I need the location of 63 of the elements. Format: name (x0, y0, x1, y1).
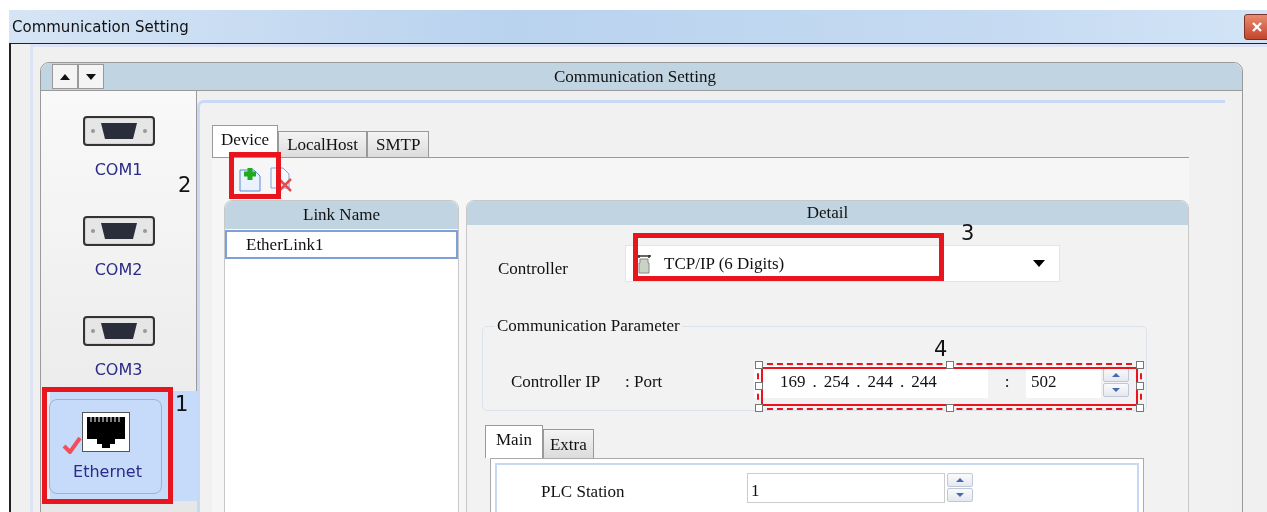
separator-text: . (856, 372, 861, 392)
dropdown-value: TCP/IP (6 Digits) (664, 253, 786, 274)
ethernet-port-icon (81, 412, 130, 452)
delete-button[interactable] (269, 166, 293, 192)
field-label: : Port (625, 372, 664, 392)
separator-text: : (1003, 372, 1011, 392)
separator-text: . (812, 372, 817, 392)
tab[interactable]: Main (485, 425, 543, 458)
window-title: Communication Setting (11, 17, 189, 36)
ip-address-field[interactable]: 169 . 254 . 244 . 244 (754, 366, 988, 398)
check-icon (62, 436, 82, 454)
spin-down-button[interactable] (947, 488, 973, 502)
serial-port-icon (82, 216, 155, 246)
ip-octet: 244 (867, 372, 893, 392)
column-header: Link Name (225, 201, 458, 229)
step-number: 4 (934, 337, 948, 361)
panel-title: Communication Setting (554, 66, 716, 87)
scroll-up-button[interactable] (52, 64, 78, 89)
field-label: Controller (497, 259, 569, 280)
up-arrow-icon (956, 478, 964, 482)
list-row[interactable]: EtherLink1 (225, 230, 458, 259)
down-arrow-icon (956, 493, 964, 497)
highlight-frame (229, 152, 281, 199)
field-label: Controller IP (510, 372, 602, 392)
spin-up-button[interactable] (947, 473, 973, 487)
connection-label: COM1 (94, 160, 143, 180)
up-arrow-icon (1112, 372, 1120, 377)
up-arrow-icon (60, 73, 70, 80)
field-value: 502 (1031, 372, 1057, 392)
group-title: Communication Parameter (496, 316, 681, 336)
add-document-icon (238, 166, 262, 192)
down-arrow-icon (1112, 387, 1120, 392)
spin-down-button[interactable] (1103, 382, 1129, 397)
close-button[interactable] (1244, 13, 1267, 40)
connection-item[interactable]: Ethernet (49, 399, 162, 494)
connection-label: Ethernet (73, 462, 142, 482)
tab[interactable]: Extra (542, 429, 594, 458)
ip-octet: 254 (823, 372, 850, 392)
field-label: PLC Station (540, 481, 626, 502)
detail-header: Detail (467, 201, 1188, 225)
field-value: 1 (751, 481, 760, 500)
ip-octet: 244 (911, 372, 937, 392)
tab[interactable]: Device (212, 125, 279, 157)
connection-label: COM3 (94, 360, 143, 380)
device-icon (636, 253, 652, 274)
connection-label: COM2 (94, 260, 143, 280)
dropdown-caret-icon (1033, 260, 1045, 267)
step-number: 1 (175, 392, 189, 416)
connection-item[interactable]: COM3 (41, 291, 196, 380)
ip-octet: 169 (780, 372, 806, 392)
tab[interactable]: SMTP (366, 131, 430, 157)
scroll-down-button[interactable] (78, 64, 104, 89)
port-field[interactable]: 502 (1026, 366, 1101, 398)
serial-port-icon (82, 316, 155, 346)
number-field[interactable]: 1 (747, 473, 945, 503)
tab[interactable]: LocalHost (278, 131, 367, 157)
close-icon (1252, 21, 1262, 32)
serial-port-icon (82, 116, 155, 146)
separator-text: . (900, 372, 905, 392)
add-button[interactable] (238, 166, 262, 192)
delete-document-icon (269, 166, 293, 192)
down-arrow-icon (86, 73, 96, 80)
controller-dropdown[interactable]: TCP/IP (6 Digits) (625, 245, 1060, 282)
